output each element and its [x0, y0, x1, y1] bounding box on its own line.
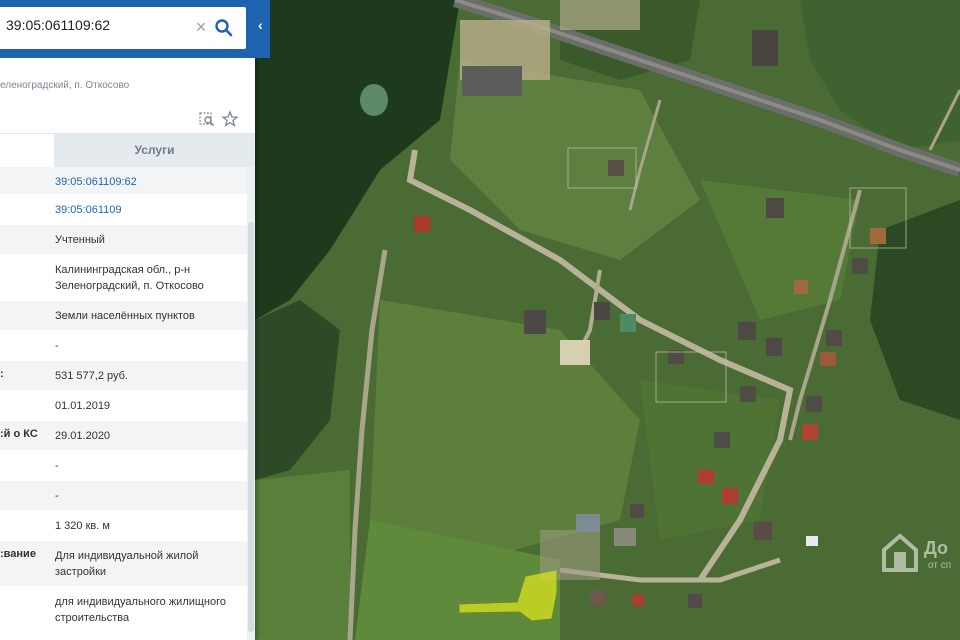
table-row: 39:05:061109:62 [0, 167, 255, 195]
scrollbar[interactable] [247, 167, 255, 640]
scroll-thumb[interactable] [248, 222, 254, 632]
table-row: - [0, 331, 255, 361]
row-label [0, 255, 54, 300]
table-row: Земли населённых пунктов [0, 301, 255, 331]
row-value: - [55, 490, 59, 502]
row-value: 29.01.2020 [55, 430, 111, 442]
search-input[interactable] [6, 17, 176, 33]
search-box: × [0, 7, 246, 49]
cadastral-quarter-link[interactable]: 39:05:061109 [54, 195, 247, 224]
row-label [0, 451, 54, 480]
row-value: 01.01.2019 [55, 400, 111, 412]
table-row: Калининградская обл., р-н Зеленоградский… [0, 255, 255, 301]
row-label: : [0, 368, 4, 380]
table-row: 39:05:061109 [0, 195, 255, 225]
search-icon[interactable] [214, 18, 234, 38]
row-value: - [55, 340, 59, 352]
row-label [0, 331, 54, 360]
row-value: Учтенный [55, 234, 105, 246]
table-row: Учтенный [0, 225, 255, 255]
house-logo-icon [882, 533, 918, 572]
property-table: 39:05:061109:62 39:05:061109 Учтенный Ка… [0, 167, 255, 633]
row-value: Для индивидуальной жилой застройки [55, 550, 199, 578]
row-label [0, 225, 54, 254]
table-row: - [0, 481, 255, 511]
star-icon[interactable] [221, 110, 239, 128]
table-row: : 531 577,2 руб. [0, 361, 255, 391]
row-label [0, 167, 54, 194]
cadastral-number-link[interactable]: 39:05:061109:62 [54, 167, 247, 194]
row-label [0, 587, 54, 632]
table-row: 1 320 кв. м [0, 511, 255, 541]
tab-info[interactable] [0, 134, 54, 167]
row-label: й о КС: [0, 428, 38, 440]
tab-services[interactable]: Услуги [54, 134, 255, 167]
row-label [0, 391, 54, 420]
close-icon[interactable]: × [192, 17, 210, 37]
row-label [0, 481, 54, 510]
collapse-panel-button[interactable]: ‹ [255, 0, 270, 58]
watermark-line1: До [924, 538, 949, 558]
search-bar: × [0, 0, 255, 58]
row-value: 1 320 кв. м [55, 520, 110, 532]
table-row: й о КС: 29.01.2020 [0, 421, 255, 451]
row-value: Земли населённых пунктов [55, 310, 195, 322]
row-value: Калининградская обл., р-н Зеленоградский… [55, 264, 204, 292]
card-tabs: Услуги [0, 133, 255, 167]
card-address-header: еленоградский, п. Откосово [0, 80, 130, 91]
row-label [0, 301, 54, 330]
zoom-to-icon[interactable] [198, 110, 216, 128]
watermark-line2: от сп [928, 560, 952, 571]
row-value: - [55, 460, 59, 472]
row-value: для индивидуального жилищного строительс… [55, 596, 227, 624]
card-actions [198, 110, 248, 130]
row-value: 531 577,2 руб. [55, 370, 128, 382]
info-panel: × еленоградский, п. Откосово Ус [0, 0, 255, 640]
row-label [0, 511, 54, 540]
row-label [0, 195, 54, 224]
row-label: вание: [0, 548, 36, 560]
table-row: вание: Для индивидуальной жилой застройки [0, 541, 255, 587]
table-row: для индивидуального жилищного строительс… [0, 587, 255, 633]
table-row: - [0, 451, 255, 481]
chevron-left-icon: ‹ [258, 17, 263, 33]
table-row: 01.01.2019 [0, 391, 255, 421]
watermark: До от сп [880, 530, 960, 576]
